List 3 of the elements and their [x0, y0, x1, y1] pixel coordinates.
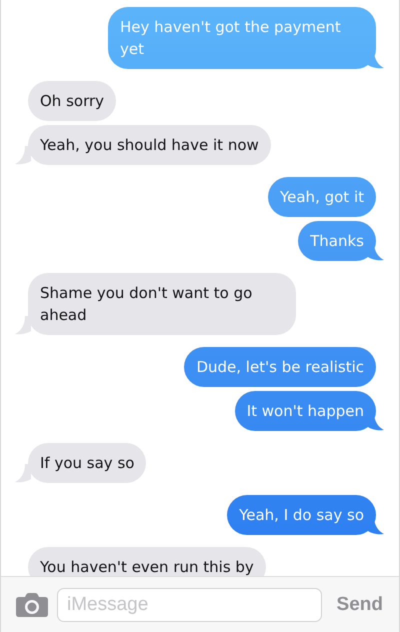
send-button[interactable]: Send [330, 594, 385, 616]
message-field[interactable]: iMessage [57, 588, 322, 622]
camera-icon[interactable] [16, 592, 48, 616]
